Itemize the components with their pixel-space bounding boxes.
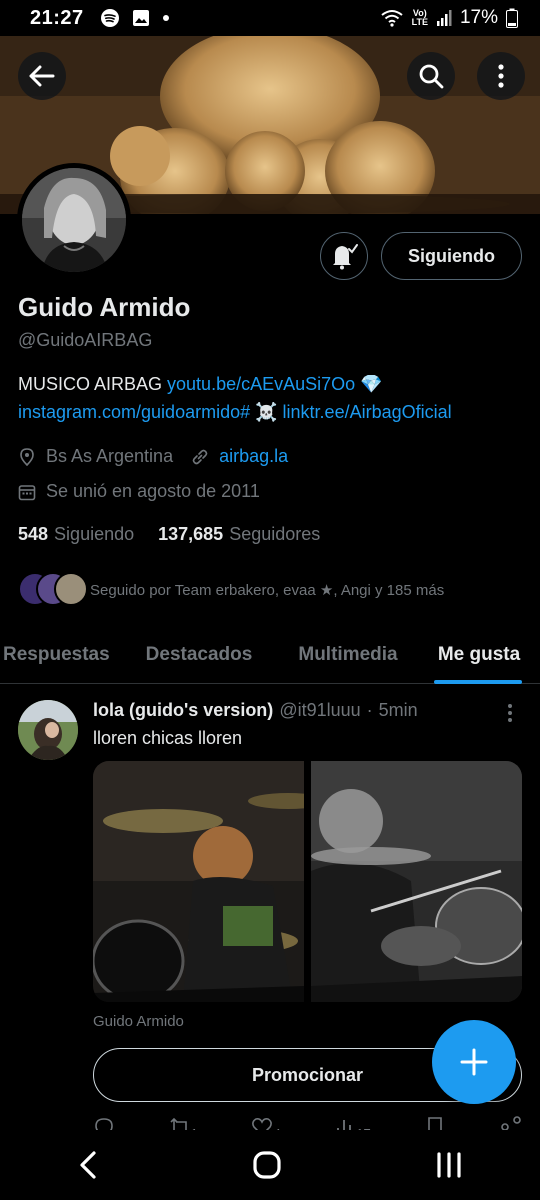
compose-fab-button[interactable] [432, 1020, 516, 1104]
location-row: Bs As Argentina airbag.la [18, 446, 288, 467]
tweet-media[interactable] [93, 761, 522, 1002]
more-options-button[interactable] [477, 52, 525, 100]
tweet-text: lloren chicas lloren [93, 728, 243, 748]
heart-icon [252, 1118, 273, 1130]
bio-gem-emoji: 💎 [355, 374, 383, 394]
followed-by-row[interactable]: Seguido por Team erbakero, evaa ★, Angi … [18, 572, 444, 608]
profile-avatar[interactable] [17, 163, 131, 277]
battery-percent: 17% [459, 7, 498, 28]
tab-label: Multimedia [298, 644, 398, 665]
location-text: Bs As Argentina [46, 446, 174, 466]
bio-youtube-link[interactable]: youtu.be/cAEvAuSi7Oo [167, 374, 355, 394]
calendar-icon [18, 484, 36, 500]
followed-by-avatars [18, 572, 90, 608]
followers-label: Seguidores [229, 524, 321, 544]
retweet-button[interactable]: 1 [169, 1116, 198, 1130]
back-button[interactable] [18, 52, 66, 100]
notifications-bell-button[interactable] [320, 232, 368, 280]
share-button[interactable] [500, 1116, 522, 1130]
tweet-header: lola (guido's version) @it91luuu · 5min [93, 700, 418, 721]
website-link[interactable]: airbag.la [219, 446, 288, 467]
tab-label: Destacados [145, 644, 253, 665]
media-photo-2[interactable] [310, 761, 522, 1002]
tweet-avatar[interactable] [18, 700, 78, 760]
tab-me-gusta[interactable]: Me gusta [418, 626, 540, 684]
status-time: 21:27 [30, 6, 84, 29]
plus-icon [460, 1048, 488, 1076]
media-photo-1[interactable] [93, 761, 305, 1002]
followed-by-text: Seguido por Team erbakero, evaa ★, Angi … [90, 582, 445, 599]
tweet-actions: 1 4 17 [93, 1116, 522, 1130]
tweet-author-name[interactable]: lola (guido's version) [93, 700, 273, 721]
tweet-separator: · [366, 700, 373, 720]
location-pin-icon [20, 447, 34, 466]
bell-check-icon [333, 244, 358, 270]
joined-text: Se unió en agosto de 2011 [46, 481, 260, 501]
system-nav-bar [0, 1130, 540, 1200]
bio-skull-emoji: ☠️ [250, 402, 283, 422]
profile-tabs: Respuestas Destacados Multimedia Me gust… [0, 626, 540, 684]
back-arrow-icon [29, 65, 55, 87]
joined-row: Se unió en agosto de 2011 [18, 481, 260, 502]
following-button[interactable]: Siguiendo [381, 232, 522, 280]
tab-label: Me gusta [437, 644, 521, 665]
spotify-icon [100, 9, 119, 27]
search-icon [419, 64, 444, 89]
profile-name: Guido Armido [18, 292, 191, 322]
media-caption[interactable]: Guido Armido [93, 1013, 184, 1030]
tab-destacados[interactable]: Destacados [120, 626, 278, 684]
tab-label: Respuestas [3, 644, 110, 665]
following-stat[interactable]: 548 Siguiendo [18, 524, 134, 545]
nav-home-icon[interactable] [252, 1150, 282, 1180]
followers-count: 137,685 [158, 524, 224, 544]
following-count: 548 [18, 524, 49, 544]
tweet-author-handle[interactable]: @it91luuu [279, 700, 360, 721]
bio-text: MUSICO AIRBAG [18, 374, 168, 394]
following-label: Siguiendo [54, 524, 135, 544]
tab-respuestas[interactable]: Respuestas [0, 626, 120, 684]
like-button[interactable]: 4 [251, 1116, 281, 1130]
tab-multimedia[interactable]: Multimedia [278, 626, 418, 684]
signal-icon [436, 10, 452, 26]
nav-recents-icon[interactable] [435, 1151, 463, 1179]
drummer-photo [93, 761, 305, 1002]
bio-linktree-link[interactable]: linktr.ee/AirbagOficial [283, 402, 452, 422]
more-vertical-icon [498, 64, 504, 88]
nav-back-icon[interactable] [77, 1150, 99, 1180]
drummer-photo-bw [310, 761, 522, 1002]
bookmark-button[interactable] [424, 1116, 446, 1130]
gallery-icon [132, 10, 149, 26]
tweet-avatar-image [18, 700, 78, 760]
reply-icon [95, 1118, 113, 1130]
follow-stats: 548 Siguiendo 137,685 Seguidores [18, 524, 320, 545]
search-button[interactable] [407, 52, 455, 100]
bookmark-icon [428, 1117, 443, 1130]
tweet-timestamp[interactable]: 5min [379, 700, 418, 721]
link-icon [192, 449, 208, 464]
profile-handle: @GuidoAIRBAG [18, 330, 153, 350]
views-button[interactable]: 17 [334, 1116, 371, 1130]
followers-stat[interactable]: 137,685 Seguidores [158, 524, 320, 545]
profile-bio: MUSICO AIRBAG youtu.be/cAEvAuSi7Oo 💎 ins… [18, 370, 528, 426]
avatar-image [22, 168, 126, 272]
active-tab-indicator [434, 680, 522, 684]
status-bar: 21:27 Vo) LTE 17% [0, 0, 540, 36]
tweet-more-icon[interactable] [502, 702, 518, 724]
battery-icon [506, 8, 518, 28]
wifi-icon [381, 10, 403, 27]
dot-icon [162, 15, 169, 21]
network-label: Vo) LTE [411, 8, 428, 27]
share-icon [501, 1116, 521, 1130]
retweet-icon [170, 1117, 187, 1130]
reply-button[interactable] [93, 1116, 115, 1130]
mini-avatar [54, 572, 88, 606]
views-icon [337, 1120, 352, 1130]
bio-instagram-link[interactable]: instagram.com/guidoarmido# [18, 402, 250, 422]
